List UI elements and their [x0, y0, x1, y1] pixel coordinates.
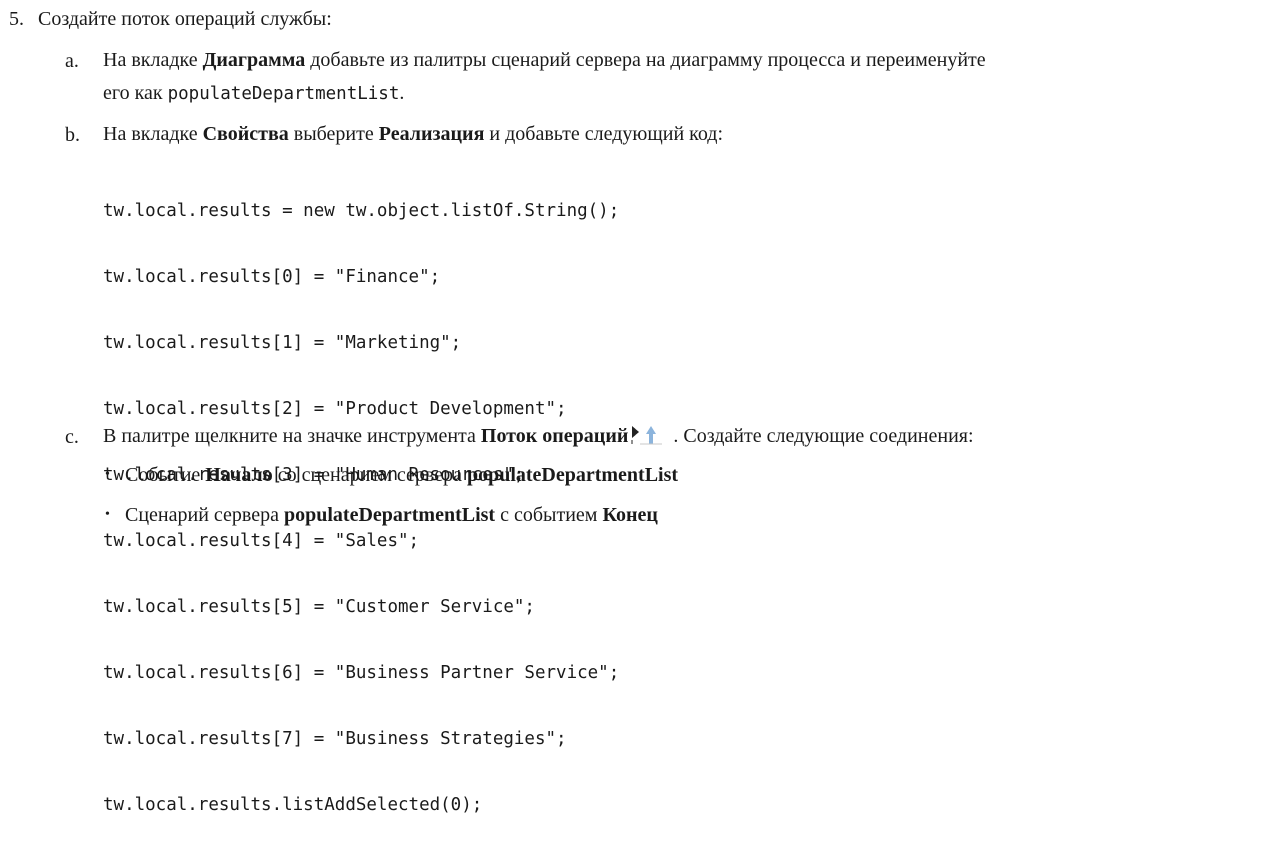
list-item-text-2: со сценарием сервера	[272, 464, 467, 486]
substep-b-text: На вкладке	[103, 123, 203, 145]
substep-c-text: В палитре щелкните на значке инструмента	[103, 425, 481, 447]
substep-b-text-2: выберите	[288, 123, 379, 145]
substep-a-text: На вкладке	[103, 49, 203, 71]
code-line: tw.local.results[7] = "Business Strategi…	[103, 729, 567, 749]
code-line: tw.local.results = new tw.object.listOf.…	[103, 201, 620, 221]
step-number: 5.	[9, 8, 24, 30]
list-item-bold-end: Конец	[602, 504, 658, 526]
substep-a-bold-diagram: Диаграмма	[202, 49, 306, 71]
list-item-bold-script: populateDepartmentList	[466, 464, 679, 486]
substep-a-period: .	[399, 82, 405, 104]
substep-c-bold-sequence-flow: Поток операций	[480, 425, 629, 447]
substep-a-line2: его как populateDepartmentList.	[103, 80, 404, 108]
code-line: tw.local.results[6] = "Business Partner …	[103, 663, 620, 683]
substep-b-line1: На вкладке Свойства выберите Реализация …	[103, 121, 723, 148]
code-line: tw.local.results[0] = "Finance";	[103, 267, 441, 287]
list-item-text: Событие	[125, 464, 206, 486]
list-item-bold-script: populateDepartmentList	[283, 504, 496, 526]
list-item-text: Сценарий сервера	[125, 504, 284, 526]
substep-a-label: a.	[65, 50, 79, 72]
code-line: tw.local.results.listAddSelected(0);	[103, 795, 483, 815]
bullet-symbol: •	[105, 467, 110, 482]
substep-a-line1: На вкладке Диаграмма добавьте из палитры…	[103, 47, 986, 74]
substep-c-line1: В палитре щелкните на значке инструмента…	[103, 423, 974, 454]
bullet-symbol: •	[105, 507, 110, 522]
substep-b-label: b.	[65, 124, 80, 146]
substep-b-bold-implementation: Реализация	[378, 123, 485, 145]
sequence-flow-tool-icon	[630, 424, 664, 454]
list-item-text-2: с событием	[495, 504, 603, 526]
code-line: tw.local.results[5] = "Customer Service"…	[103, 597, 535, 617]
substep-a-text-cont: добавьте из палитры сценарий сервера на …	[305, 49, 986, 71]
list-item: Сценарий сервера populateDepartmentList …	[125, 502, 658, 528]
code-line: tw.local.results[4] = "Sales";	[103, 531, 420, 551]
step-title: Создайте поток операций службы:	[38, 8, 332, 30]
list-item-bold-start: Начало	[205, 464, 273, 486]
substep-b-bold-properties: Свойства	[202, 123, 289, 145]
code-line: tw.local.results[1] = "Marketing";	[103, 333, 462, 353]
substep-a-text-2: его как	[103, 82, 168, 104]
document-page: 5. Создайте поток операций службы: a. На…	[0, 0, 1282, 815]
substep-c-text-2: . Создайте следующие соединения:	[668, 425, 974, 447]
substep-c-label: c.	[65, 426, 79, 448]
substep-a-code-name: populateDepartmentList	[167, 84, 400, 104]
code-line: tw.local.results[2] = "Product Developme…	[103, 399, 567, 419]
list-item: Событие Начало со сценарием сервера popu…	[125, 462, 678, 488]
substep-b-text-3: и добавьте следующий код:	[484, 123, 724, 145]
